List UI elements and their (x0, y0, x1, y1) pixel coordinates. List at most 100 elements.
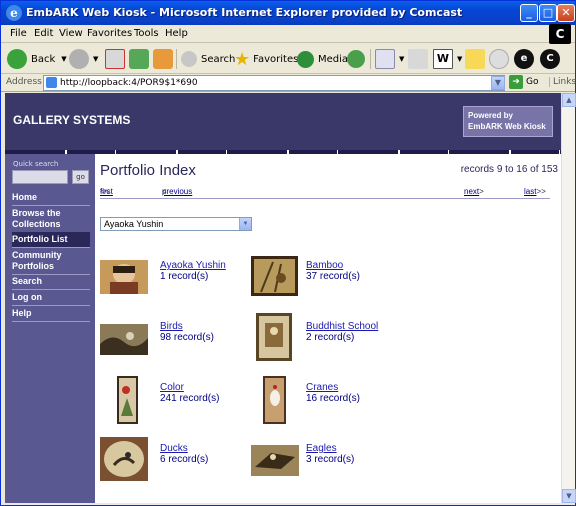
thumb-cranes[interactable] (263, 376, 286, 424)
go-button[interactable]: ➜ Go (509, 75, 538, 89)
print-button[interactable] (408, 48, 432, 70)
portfolio-link[interactable]: Cranes (306, 382, 338, 393)
thumb-birds[interactable] (100, 324, 148, 355)
forward-button[interactable]: ▼ (69, 48, 98, 70)
portfolio-link[interactable]: Ayaoka Yushin (160, 260, 226, 271)
portfolio-link[interactable]: Ducks (160, 443, 188, 454)
mail-icon (375, 49, 395, 69)
chevron-down-icon[interactable]: ▼ (61, 55, 66, 63)
note-icon (465, 49, 485, 69)
chevron-down-icon[interactable]: ▼ (491, 76, 505, 90)
links-button[interactable]: Links (549, 77, 576, 87)
powered-by-logo: Powered by EmbARK Web Kiosk (463, 106, 553, 137)
media-button[interactable]: Media (297, 48, 348, 70)
sidebar-item-help[interactable]: Help (12, 306, 90, 322)
quick-search-input[interactable] (12, 170, 68, 184)
chevron-down-icon[interactable]: ▼ (399, 55, 404, 63)
title-bar: e EmbARK Web Kiosk - Microsoft Internet … (1, 1, 575, 25)
address-input[interactable]: http://loopback:4/POR9$1*690 (43, 75, 505, 91)
scroll-up-icon[interactable]: ▲ (562, 93, 576, 107)
thumb-eagles[interactable] (251, 445, 299, 476)
scroll-down-icon[interactable]: ▼ (562, 489, 576, 503)
ie-icon: e (6, 5, 22, 21)
portfolio-select[interactable]: Ayaoka Yushin ▼ (100, 217, 252, 231)
mail-button[interactable]: ▼ (375, 48, 404, 70)
menu-view[interactable]: View (59, 28, 83, 39)
menu-edit[interactable]: Edit (34, 28, 53, 39)
thumb-bamboo[interactable] (251, 256, 298, 296)
sidebar-item-search[interactable]: Search (12, 274, 90, 290)
vertical-scrollbar[interactable]: ▲ ▼ (561, 93, 576, 503)
thumb-ducks[interactable] (100, 437, 148, 481)
portfolio-link[interactable]: Bamboo (306, 260, 343, 271)
last-suffix: >> (536, 187, 546, 196)
discuss-button[interactable] (465, 48, 489, 70)
chevron-down-icon[interactable]: ▼ (93, 55, 98, 63)
back-button[interactable]: Back ▼ (7, 48, 67, 70)
window-title: EmbARK Web Kiosk - Microsoft Internet Ex… (26, 6, 463, 19)
toolbar: Back ▼ ▼ Search ★ Favorites Media ▼ W ▼ … (1, 44, 575, 74)
menu-favorites[interactable]: Favorites (87, 28, 132, 39)
search-button[interactable]: Search (181, 48, 235, 70)
toolbar-separator (370, 49, 371, 69)
thumb-color[interactable] (117, 376, 138, 424)
portfolio-link[interactable]: Buddhist School (306, 321, 378, 332)
first-prefix: << (100, 187, 110, 196)
last-link[interactable]: last (524, 187, 536, 196)
site-banner: GALLERY SYSTEMS Powered by EmbARK Web Ki… (5, 93, 561, 150)
portfolio-count: 241 record(s) (160, 393, 220, 404)
sidebar-item-home[interactable]: Home (12, 190, 90, 206)
menu-tools[interactable]: Tools (134, 28, 159, 39)
next-suffix: > (479, 187, 484, 196)
home-button[interactable] (153, 48, 177, 70)
main-content: Portfolio Index records 9 to 16 of 153 <… (100, 154, 558, 503)
portfolio-count: 6 record(s) (160, 454, 209, 465)
portfolio-count: 37 record(s) (306, 271, 360, 282)
previous-prefix: < (162, 187, 167, 196)
sidebar-item-community[interactable]: Community Portfolios (12, 248, 90, 275)
portfolio-count: 98 record(s) (160, 332, 214, 343)
refresh-icon (129, 49, 149, 69)
portfolio-link[interactable]: Eagles (306, 443, 337, 454)
chevron-down-icon[interactable]: ▼ (457, 55, 462, 63)
close-button[interactable]: ✕ (557, 4, 575, 22)
powered-line2: EmbARK Web Kiosk (468, 122, 546, 131)
back-label: Back (31, 53, 56, 65)
thumb-ayaoka-yushin[interactable] (100, 260, 148, 294)
stop-icon (105, 49, 125, 69)
favorites-label: Favorites (253, 53, 299, 65)
menu-help[interactable]: Help (165, 28, 188, 39)
e-logo-icon: e (514, 49, 534, 69)
sidebar-item-logon[interactable]: Log on (12, 290, 90, 306)
quick-search-label: Quick search (13, 160, 59, 168)
history-button[interactable] (347, 48, 369, 70)
sidebar-item-browse[interactable]: Browse the Collections (12, 206, 90, 233)
page-title: Portfolio Index (100, 162, 196, 179)
sidebar-item-portfolio-list[interactable]: Portfolio List (12, 232, 90, 248)
search-icon (181, 51, 197, 67)
next-link[interactable]: next (464, 187, 479, 196)
page-content: GALLERY SYSTEMS Powered by EmbARK Web Ki… (5, 93, 561, 503)
pager: << first < previous next > last >> (100, 187, 550, 199)
stop-button[interactable] (105, 48, 129, 70)
go-label: Go (526, 77, 539, 87)
history-icon (347, 50, 365, 68)
menu-file[interactable]: File (10, 28, 27, 39)
comcast-button[interactable]: C (540, 48, 564, 70)
c-logo-icon: C (540, 49, 560, 69)
messenger-button[interactable] (489, 48, 513, 70)
page-icon (46, 77, 57, 88)
ie-extension-button[interactable]: e (514, 48, 538, 70)
address-bar: Address http://loopback:4/POR9$1*690 ▼ ➜… (1, 74, 576, 92)
thumb-buddhist-school[interactable] (256, 313, 292, 361)
favorites-button[interactable]: ★ Favorites (234, 48, 298, 70)
refresh-button[interactable] (129, 48, 153, 70)
edit-button[interactable]: W ▼ (433, 48, 462, 70)
search-label: Search (201, 53, 236, 65)
quick-search-go-button[interactable]: go (72, 170, 89, 184)
portfolio-link[interactable]: Birds (160, 321, 183, 332)
portfolio-link[interactable]: Color (160, 382, 184, 393)
maximize-button[interactable]: □ (539, 4, 557, 22)
comcast-logo-icon: C (549, 24, 571, 44)
minimize-button[interactable]: _ (520, 4, 538, 22)
